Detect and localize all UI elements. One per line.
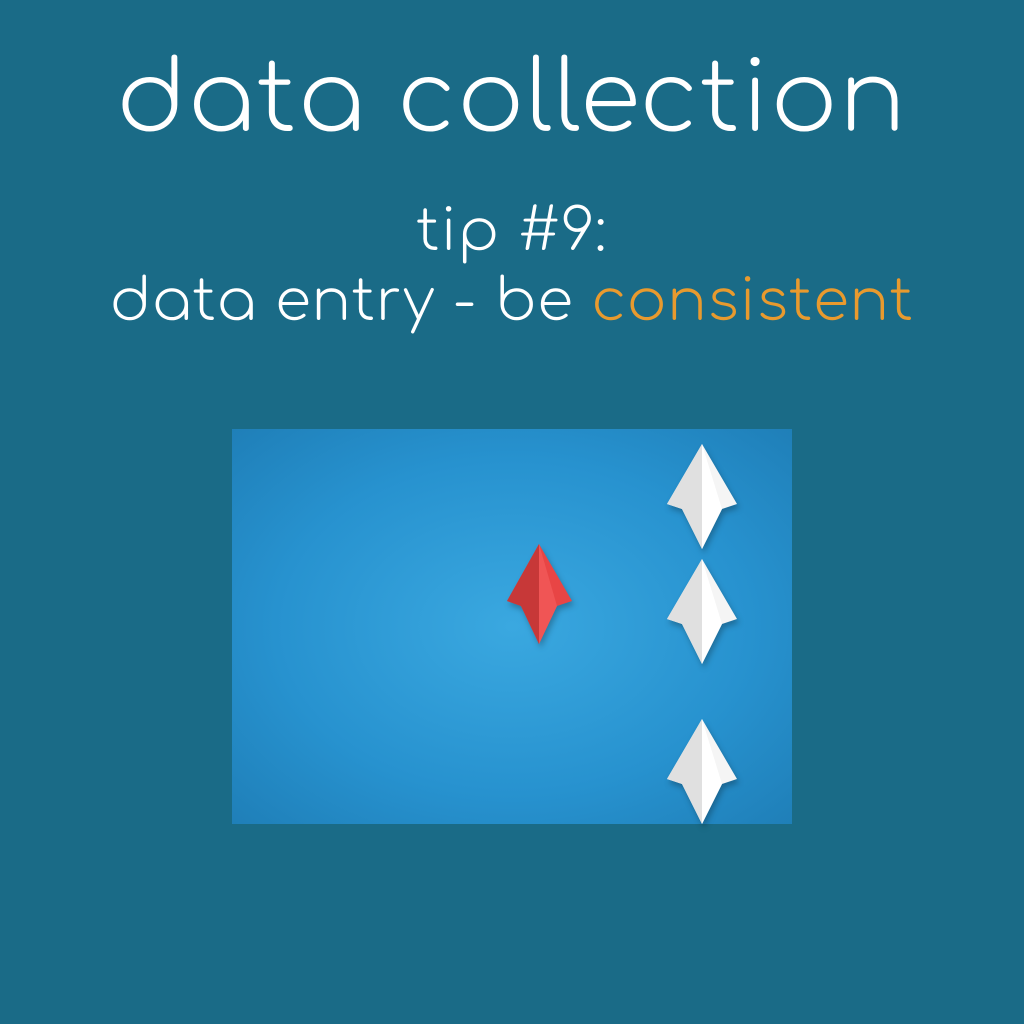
red-plane xyxy=(507,544,572,644)
white-plane-3 xyxy=(667,719,737,824)
tip-number: tip #9: xyxy=(110,199,914,264)
white-plane-1 xyxy=(667,444,737,549)
tip-text-highlight: consistent xyxy=(592,269,914,334)
tip-text: data entry - be consistent xyxy=(110,269,914,334)
tip-text-prefix: data entry - be xyxy=(110,269,592,334)
main-title: data collection xyxy=(117,45,908,154)
subtitle-container: tip #9: data entry - be consistent xyxy=(110,199,914,334)
white-plane-2 xyxy=(667,559,737,664)
illustration-container xyxy=(232,429,792,824)
